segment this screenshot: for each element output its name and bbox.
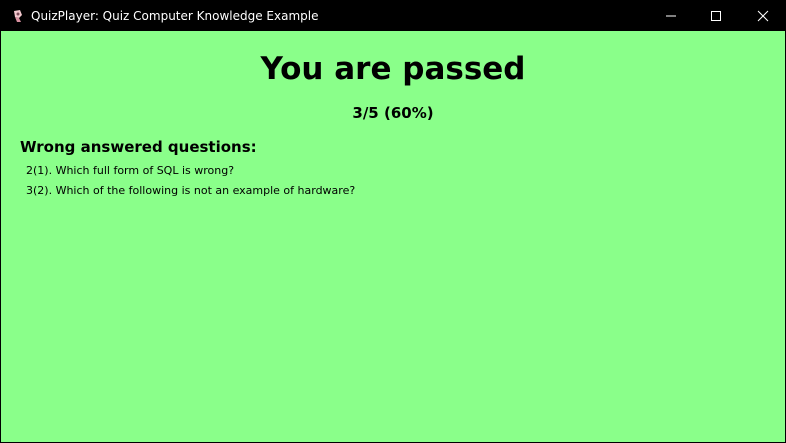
maximize-icon [711,10,721,21]
minimize-button[interactable] [648,0,694,31]
title-bar[interactable]: QuizPlayer: Quiz Computer Knowledge Exam… [0,0,786,31]
close-icon [757,10,769,21]
minimize-icon [666,15,676,16]
maximize-button[interactable] [693,0,739,31]
quizplayer-window: QuizPlayer: Quiz Computer Knowledge Exam… [0,0,786,443]
wrong-answers-heading: Wrong answered questions: [20,138,257,156]
result-heading: You are passed [260,51,526,87]
quizplayer-app-icon [11,8,25,22]
close-button[interactable] [740,0,786,31]
score-text: 3/5 (60%) [352,104,434,122]
window-title: QuizPlayer: Quiz Computer Knowledge Exam… [31,9,319,23]
result-panel: You are passed 3/5 (60%) Wrong answered … [1,31,785,442]
wrong-answer-item: 3(2). Which of the following is not an e… [26,184,356,197]
wrong-answers-list: 2(1). Which full form of SQL is wrong? 3… [26,161,355,201]
wrong-answer-item: 2(1). Which full form of SQL is wrong? [26,164,235,177]
